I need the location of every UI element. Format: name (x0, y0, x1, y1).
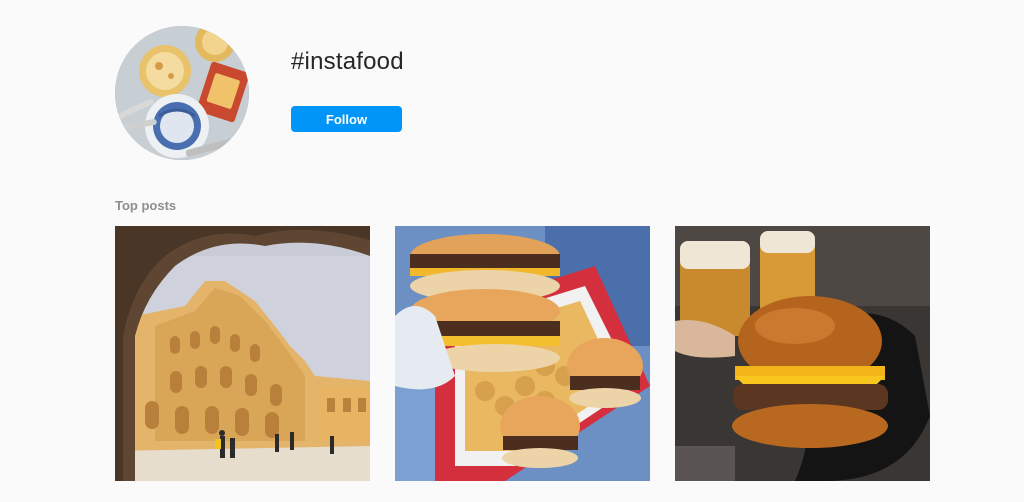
top-posts-heading: Top posts (115, 198, 177, 213)
post-tile[interactable] (395, 226, 650, 481)
hashtag-title: #instafood (291, 48, 404, 75)
post-tile[interactable] (675, 226, 930, 481)
follow-button[interactable]: Follow (291, 106, 402, 132)
burger-and-beer-photo (675, 226, 930, 481)
hashtag-avatar (115, 26, 249, 160)
palace-courtyard-photo (115, 226, 370, 481)
stacked-burgers-photo (395, 226, 650, 481)
hashtag-page: #instafood Follow Top posts (0, 0, 1024, 502)
hashtag-header: #instafood Follow (115, 26, 915, 160)
post-tile[interactable] (115, 226, 370, 481)
avatar-food-image (115, 26, 249, 160)
